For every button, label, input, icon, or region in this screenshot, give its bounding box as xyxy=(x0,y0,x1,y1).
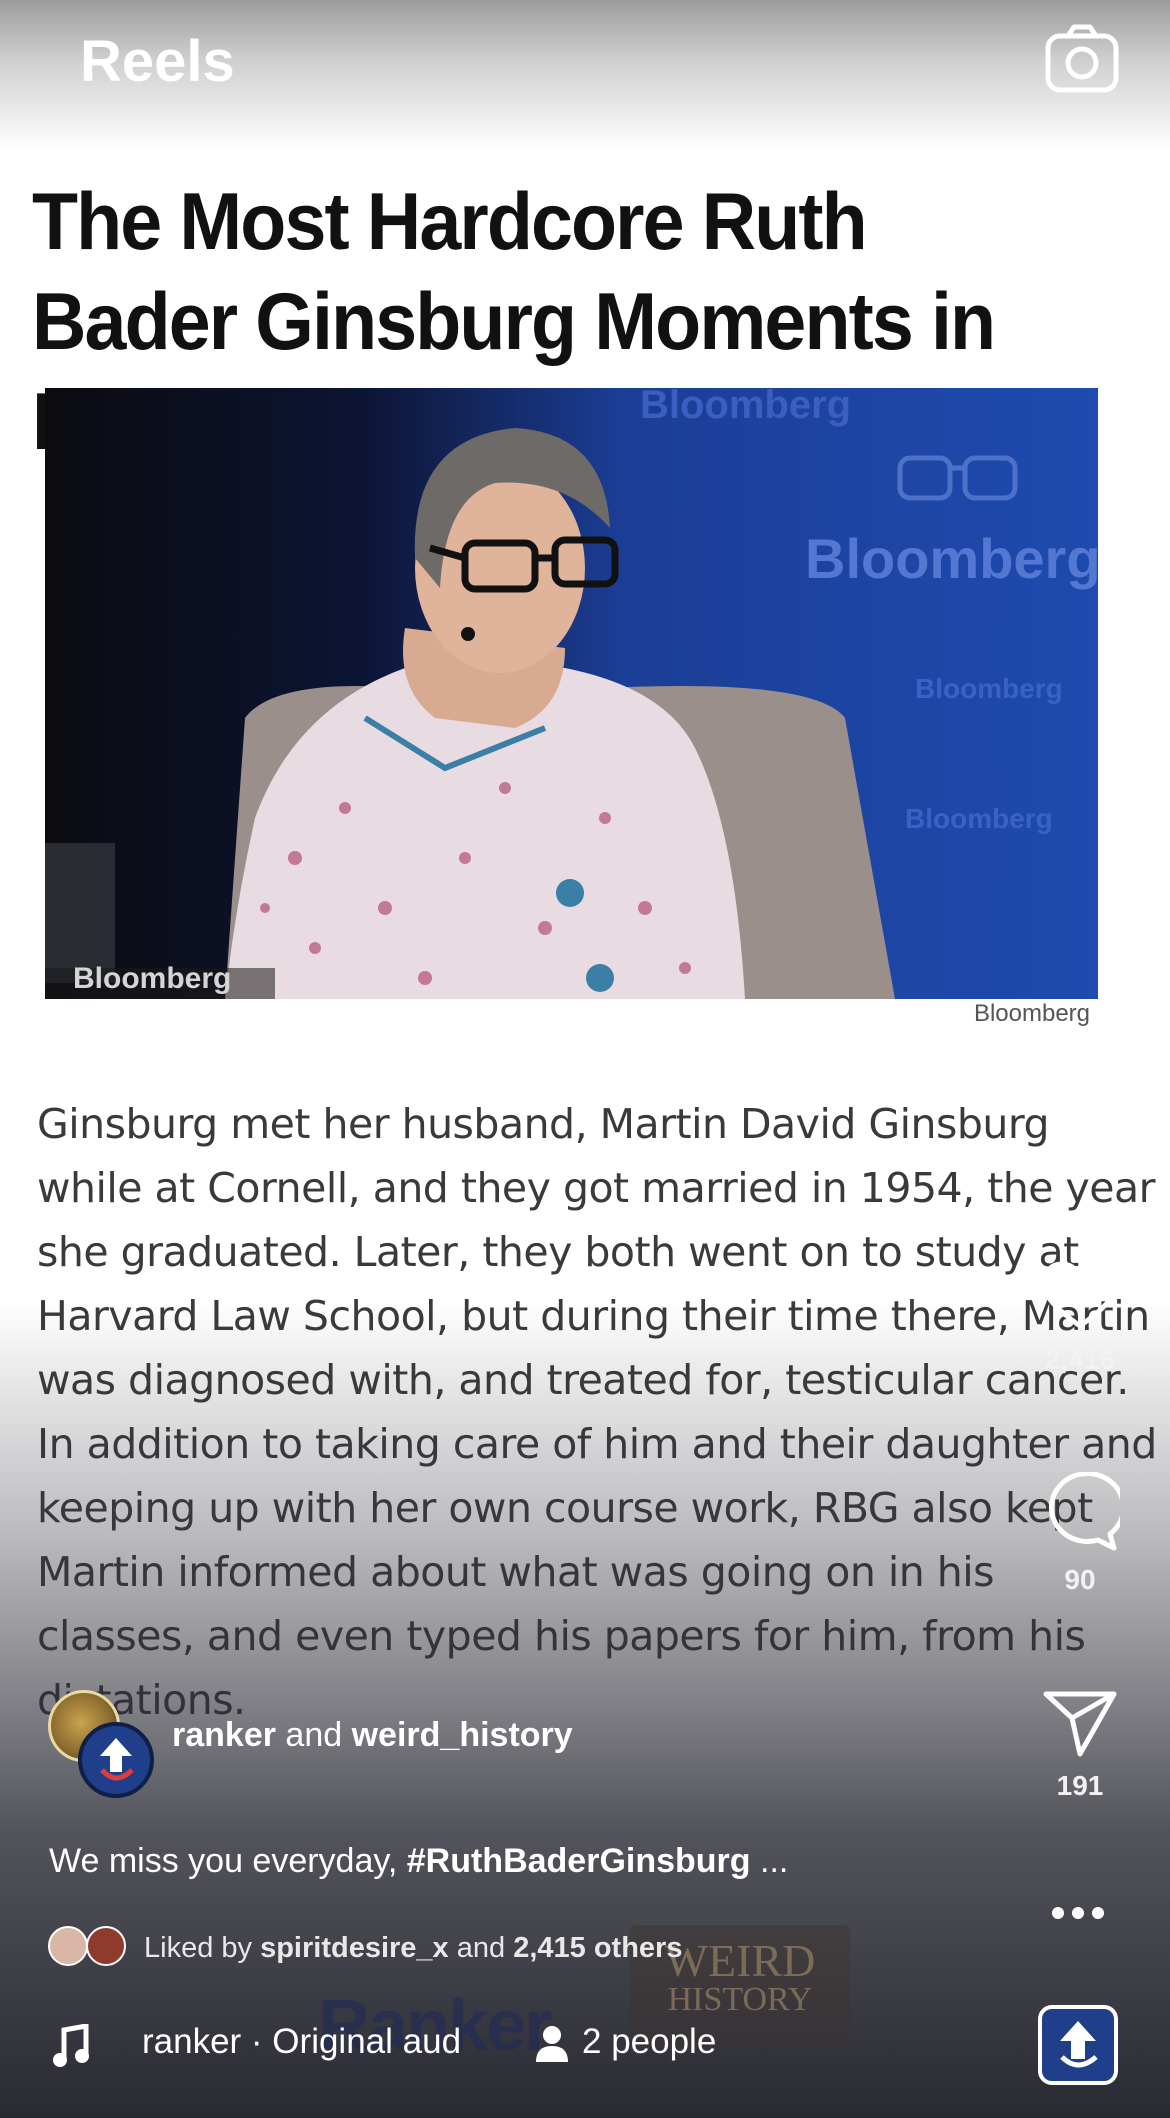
author-row: ranker and weird_history xyxy=(44,1690,944,1800)
share-action[interactable]: 191 xyxy=(1030,1688,1130,1802)
comment-icon[interactable] xyxy=(1040,1472,1120,1552)
ranker-logo-icon xyxy=(100,1738,134,1781)
weird-history-watermark-line: HISTORY xyxy=(667,1981,813,2018)
author-name[interactable]: ranker xyxy=(172,1716,276,1754)
page-title: Reels xyxy=(80,29,235,94)
heart-icon[interactable] xyxy=(1040,1260,1120,1332)
photo-bg-word: Bloomberg xyxy=(640,388,851,427)
caption-text: We miss you everyday, xyxy=(49,1842,407,1880)
caption-more[interactable]: ... xyxy=(760,1842,788,1880)
more-options-icon[interactable] xyxy=(1050,1903,1106,1923)
likes-user[interactable]: spiritdesire_x xyxy=(260,1932,449,1964)
camera-icon[interactable] xyxy=(1044,22,1120,98)
photo-bg-word: Bloomberg xyxy=(805,527,1098,590)
post-photo: Bloomberg Bloomberg Bloomberg Bloomberg xyxy=(45,388,1098,999)
photo-credit: Bloomberg xyxy=(973,1000,1090,1027)
like-action[interactable]: 2,416 xyxy=(1030,1260,1130,1376)
likes-middle: and xyxy=(456,1932,506,1964)
send-icon[interactable] xyxy=(1040,1688,1120,1758)
audio-row[interactable]: ranker · Original aud 2 people xyxy=(52,2020,952,2070)
post-caption[interactable]: We miss you everyday, #RuthBaderGinsburg… xyxy=(49,1842,788,1881)
comment-count: 90 xyxy=(1064,1564,1096,1595)
ranker-logo-icon xyxy=(1060,2021,1098,2068)
author-name[interactable]: weird_history xyxy=(352,1716,573,1754)
author-names[interactable]: ranker and weird_history xyxy=(172,1716,573,1755)
comment-action[interactable]: 90 xyxy=(1030,1472,1130,1596)
audio-label[interactable]: ranker · Original aud xyxy=(142,2022,461,2062)
share-count: 191 xyxy=(1056,1770,1104,1801)
photo-bg-word: Bloomberg xyxy=(905,803,1053,834)
person-icon xyxy=(536,2026,568,2062)
likes-prefix: Liked by xyxy=(144,1932,253,1964)
photo-bg-word: Bloomberg xyxy=(915,673,1063,704)
avatar[interactable] xyxy=(78,1722,154,1798)
music-note-icon xyxy=(53,2024,89,2067)
people-count: 2 people xyxy=(582,2022,717,2061)
likes-row[interactable]: Liked by spiritdesire_x and 2,415 others xyxy=(48,1926,948,1970)
author-joiner: and xyxy=(285,1716,343,1754)
likes-text: Liked by spiritdesire_x and 2,415 others xyxy=(144,1932,682,1965)
caption-hashtag[interactable]: #RuthBaderGinsburg xyxy=(407,1842,751,1880)
like-count: 2,416 xyxy=(1044,1344,1116,1375)
avatar xyxy=(86,1926,126,1966)
audio-thumbnail[interactable] xyxy=(1038,2005,1118,2085)
likes-others[interactable]: 2,415 others xyxy=(513,1932,682,1964)
avatar xyxy=(48,1926,88,1966)
photo-watermark: Bloomberg xyxy=(73,962,231,995)
